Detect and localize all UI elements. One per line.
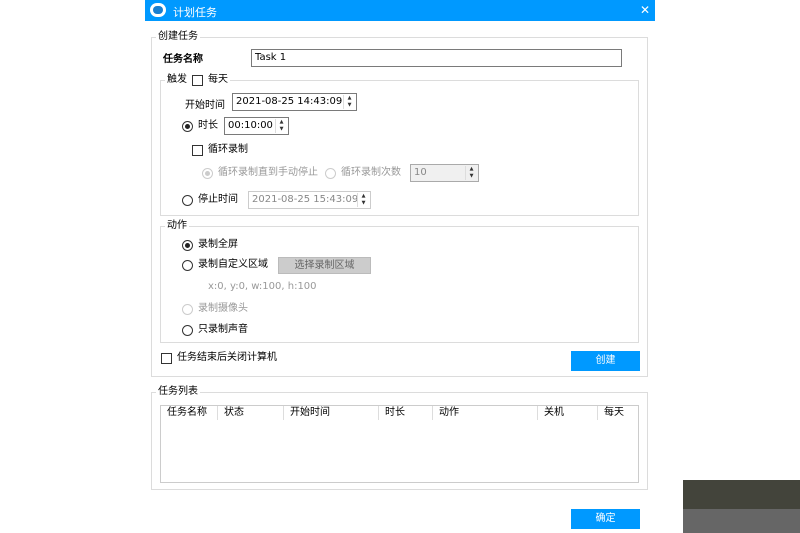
camera-radio[interactable]: 录制摄像头 bbox=[182, 303, 248, 315]
trigger-label: 触发 bbox=[167, 74, 187, 85]
radio-icon[interactable] bbox=[182, 303, 193, 315]
custom-area-radio[interactable]: 录制自定义区域 bbox=[182, 259, 268, 271]
region-coordinates: x:0, y:0, w:100, h:100 bbox=[208, 281, 317, 292]
loop-count-radio[interactable]: 循环录制次数 bbox=[325, 167, 401, 179]
shutdown-label: 任务结束后关闭计算机 bbox=[177, 352, 277, 363]
start-time-spinner[interactable]: 2021-08-25 14:43:09 ▲ ▼ bbox=[232, 93, 357, 111]
column-header-status[interactable]: 状态 bbox=[218, 406, 284, 420]
action-legend: 动作 bbox=[165, 220, 189, 232]
loop-until-stop-label: 循环录制直到手动停止 bbox=[218, 167, 318, 178]
radio-icon[interactable] bbox=[182, 324, 193, 336]
radio-icon[interactable] bbox=[182, 194, 193, 206]
radio-icon[interactable] bbox=[182, 239, 193, 251]
column-header-duration[interactable]: 时长 bbox=[379, 406, 433, 420]
fullscreen-label: 录制全屏 bbox=[198, 239, 238, 250]
task-table[interactable]: 任务名称 状态 开始时间 时长 动作 关机 每天 bbox=[160, 405, 639, 483]
daily-label: 每天 bbox=[208, 74, 228, 85]
stop-time-spinner[interactable]: 2021-08-25 15:43:09 ▲ ▼ bbox=[248, 191, 371, 209]
spin-arrows-icon[interactable]: ▲ ▼ bbox=[357, 193, 369, 207]
checkbox-icon[interactable] bbox=[161, 352, 172, 364]
audio-only-label: 只录制声音 bbox=[198, 324, 248, 335]
column-header-start-time[interactable]: 开始时间 bbox=[284, 406, 379, 420]
radio-icon[interactable] bbox=[325, 167, 336, 179]
title-bar: 计划任务 ✕ bbox=[145, 0, 655, 21]
trigger-legend: 触发 每天 bbox=[165, 74, 230, 86]
close-icon[interactable]: ✕ bbox=[640, 3, 650, 17]
fullscreen-radio[interactable]: 录制全屏 bbox=[182, 239, 238, 251]
radio-icon[interactable] bbox=[182, 120, 193, 132]
column-header-name[interactable]: 任务名称 bbox=[161, 406, 218, 420]
ok-button[interactable]: 确定 bbox=[571, 509, 640, 529]
duration-radio[interactable]: 时长 bbox=[182, 120, 218, 132]
loop-count-spinner[interactable]: 10 ▲ ▼ bbox=[410, 164, 479, 182]
duration-value: 00:10:00 bbox=[228, 120, 273, 131]
start-time-label: 开始时间 bbox=[185, 100, 225, 111]
duration-spinner[interactable]: 00:10:00 ▲ ▼ bbox=[224, 117, 289, 135]
camera-label: 录制摄像头 bbox=[198, 303, 248, 314]
loop-record-label: 循环录制 bbox=[208, 144, 248, 155]
column-header-action[interactable]: 动作 bbox=[433, 406, 538, 420]
loop-count-value: 10 bbox=[414, 167, 427, 178]
stop-time-value: 2021-08-25 15:43:09 bbox=[252, 194, 359, 205]
loop-count-label: 循环录制次数 bbox=[341, 167, 401, 178]
create-button[interactable]: 创建 bbox=[571, 351, 640, 371]
custom-area-label: 录制自定义区域 bbox=[198, 259, 268, 270]
create-task-legend: 创建任务 bbox=[156, 31, 200, 43]
shutdown-checkbox[interactable]: 任务结束后关闭计算机 bbox=[161, 352, 277, 364]
window-title: 计划任务 bbox=[173, 6, 217, 19]
start-time-value: 2021-08-25 14:43:09 bbox=[236, 96, 343, 107]
loop-until-stop-radio[interactable]: 循环录制直到手动停止 bbox=[202, 167, 318, 179]
spin-arrows-icon[interactable]: ▲ ▼ bbox=[343, 95, 355, 109]
audio-only-radio[interactable]: 只录制声音 bbox=[182, 324, 248, 336]
app-logo-icon bbox=[150, 3, 166, 17]
radio-icon[interactable] bbox=[202, 167, 213, 179]
checkbox-icon[interactable] bbox=[192, 144, 203, 156]
spin-arrows-icon[interactable]: ▲ ▼ bbox=[465, 166, 477, 180]
duration-label: 时长 bbox=[198, 120, 218, 131]
background-image-fragment bbox=[683, 480, 800, 533]
task-list-legend: 任务列表 bbox=[156, 386, 200, 398]
radio-icon[interactable] bbox=[182, 259, 193, 271]
select-area-button[interactable]: 选择录制区域 bbox=[278, 257, 371, 274]
stop-time-label: 停止时间 bbox=[198, 194, 238, 205]
column-header-shutdown[interactable]: 关机 bbox=[538, 406, 598, 420]
spin-arrows-icon[interactable]: ▲ ▼ bbox=[275, 119, 287, 133]
stop-time-radio[interactable]: 停止时间 bbox=[182, 194, 238, 206]
daily-checkbox[interactable] bbox=[192, 74, 203, 86]
task-name-input[interactable]: Task 1 bbox=[251, 49, 622, 67]
task-name-label: 任务名称 bbox=[163, 54, 203, 65]
column-header-daily[interactable]: 每天 bbox=[598, 406, 639, 420]
loop-record-checkbox[interactable]: 循环录制 bbox=[192, 144, 248, 156]
